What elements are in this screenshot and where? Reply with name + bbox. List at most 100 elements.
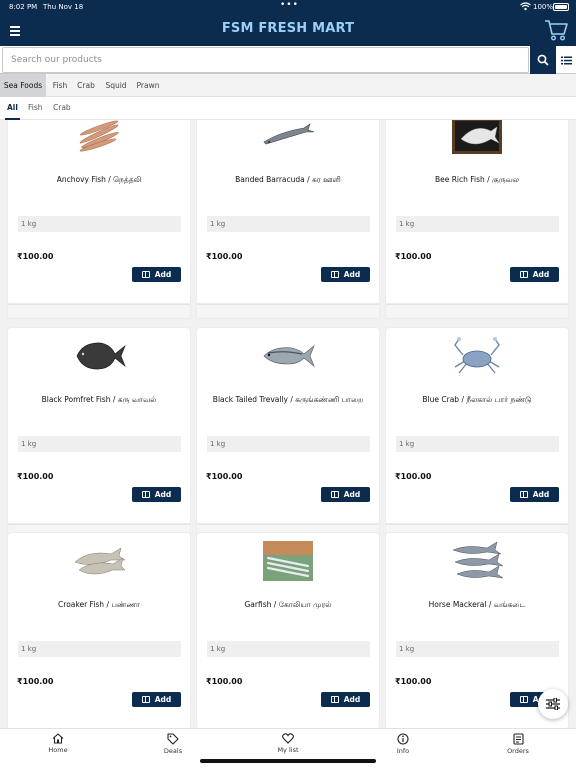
product-price: ₹100.00	[17, 252, 54, 261]
product-card[interactable]: Black Pomfret Fish / கரு வாவல் 1 kg ₹100…	[8, 328, 190, 538]
add-to-cart-button[interactable]: Add	[321, 487, 370, 502]
weight-select[interactable]: 1 kg	[18, 641, 181, 657]
product-price: ₹100.00	[395, 252, 432, 261]
nav-info[interactable]: Info	[373, 733, 433, 755]
product-name: Banded Barracuda / கர ஊளி	[235, 175, 341, 184]
nav-orders[interactable]: Orders	[488, 733, 548, 755]
card-footer	[386, 304, 568, 318]
cart-icon[interactable]	[544, 19, 568, 41]
status-date: Thu Nov 18	[43, 3, 84, 11]
product-card[interactable]: Croaker Fish / பண்ணா 1 kg ₹100.00 Add	[8, 533, 190, 728]
product-card[interactable]: Garfish / கோலியா முரல் 1 kg ₹100.00 Add	[197, 533, 379, 728]
sliders-icon	[546, 698, 560, 710]
weight-select[interactable]: 1 kg	[18, 436, 181, 452]
bag-icon	[141, 491, 150, 498]
subtab-fish[interactable]: Fish	[28, 97, 43, 120]
product-card[interactable]: Anchovy Fish / நெத்தலி 1 kg ₹100.00 Add	[8, 120, 190, 318]
search-bar	[0, 46, 576, 74]
tab-prawn[interactable]: Prawn	[134, 74, 162, 97]
orders-icon	[512, 733, 524, 745]
croaker-fish-image	[71, 541, 127, 581]
product-price: ₹100.00	[206, 252, 243, 261]
app-header: 8:02 PM Thu Nov 18 ••• 100% FSM FRESH MA…	[0, 0, 576, 46]
product-name: Black Tailed Trevally / கருங்கண்ணி பாறை	[212, 395, 364, 404]
subcategory-tabs: All Fish Crab	[0, 97, 576, 120]
product-card[interactable]: Black Tailed Trevally / கருங்கண்ணி பாறை …	[197, 328, 379, 538]
bag-icon	[141, 271, 150, 278]
search-icon	[537, 54, 549, 66]
product-card[interactable]: Blue Crab / நீலகால் பார் நண்டு 1 kg ₹100…	[386, 328, 568, 538]
home-indicator[interactable]	[200, 759, 376, 763]
bag-icon	[330, 696, 339, 703]
product-card[interactable]: Banded Barracuda / கர ஊளி 1 kg ₹100.00 A…	[197, 120, 379, 318]
product-card[interactable]: Bee Rich Fish / குருவல 1 kg ₹100.00 Add	[386, 120, 568, 318]
tab-fish[interactable]: Fish	[48, 74, 72, 97]
trevally-fish-image	[260, 336, 316, 376]
info-icon	[397, 733, 409, 745]
product-name: Blue Crab / நீலகால் பார் நண்டு	[422, 395, 532, 404]
add-to-cart-button[interactable]: Add	[321, 692, 370, 707]
product-name: Anchovy Fish / நெத்தலி	[56, 175, 142, 184]
weight-select[interactable]: 1 kg	[396, 436, 559, 452]
weight-select[interactable]: 1 kg	[18, 216, 181, 232]
weight-select[interactable]: 1 kg	[207, 436, 370, 452]
tag-icon	[167, 733, 179, 745]
add-to-cart-button[interactable]: Add	[510, 267, 559, 282]
product-name: Horse Mackeral / வங்கடை	[428, 600, 526, 609]
bee-rich-fish-image	[449, 120, 505, 156]
bag-icon	[519, 271, 528, 278]
list-view-button[interactable]	[557, 46, 576, 74]
add-to-cart-button[interactable]: Add	[132, 267, 181, 282]
filter-button[interactable]	[538, 689, 568, 719]
product-name: Croaker Fish / பண்ணா	[58, 600, 140, 609]
nav-home[interactable]: Home	[28, 733, 88, 754]
search-input[interactable]	[2, 47, 529, 73]
home-icon	[52, 733, 64, 744]
product-name: Bee Rich Fish / குருவல	[434, 175, 520, 184]
product-price: ₹100.00	[395, 677, 432, 686]
tab-crab[interactable]: Crab	[74, 74, 98, 97]
tab-squid[interactable]: Squid	[102, 74, 130, 97]
tab-sea-foods[interactable]: Sea Foods	[0, 74, 46, 97]
product-price: ₹100.00	[17, 472, 54, 481]
bag-icon	[141, 696, 150, 703]
weight-select[interactable]: 1 kg	[207, 216, 370, 232]
subtab-crab[interactable]: Crab	[53, 97, 71, 120]
product-price: ₹100.00	[395, 472, 432, 481]
add-to-cart-button[interactable]: Add	[321, 267, 370, 282]
add-to-cart-button[interactable]: Add	[132, 692, 181, 707]
bag-icon	[330, 491, 339, 498]
add-to-cart-button[interactable]: Add	[132, 487, 181, 502]
product-name: Garfish / கோலியா முரல்	[244, 600, 332, 609]
add-to-cart-button[interactable]: Add	[510, 487, 559, 502]
battery-percent: 100%	[533, 3, 554, 11]
garfish-image	[260, 541, 316, 581]
product-price: ₹100.00	[206, 677, 243, 686]
blue-crab-image	[449, 336, 505, 376]
heart-icon	[282, 733, 294, 744]
status-time: 8:02 PM	[9, 3, 38, 11]
bag-icon	[519, 696, 528, 703]
brand-title: FSM FRESH MART	[221, 21, 355, 36]
product-grid: Anchovy Fish / நெத்தலி 1 kg ₹100.00 Add …	[0, 120, 576, 728]
category-tabs: Sea Foods Fish Crab Squid Prawn	[0, 74, 576, 97]
subtab-all[interactable]: All	[5, 97, 20, 120]
list-icon	[561, 56, 572, 64]
anchovy-fish-image	[71, 120, 127, 156]
product-price: ₹100.00	[17, 677, 54, 686]
weight-select[interactable]: 1 kg	[396, 641, 559, 657]
bag-icon	[330, 271, 339, 278]
barracuda-fish-image	[260, 120, 316, 156]
black-pomfret-fish-image	[71, 336, 127, 376]
nav-my-list[interactable]: My list	[258, 733, 318, 754]
weight-select[interactable]: 1 kg	[207, 641, 370, 657]
weight-select[interactable]: 1 kg	[396, 216, 559, 232]
multitasking-dots-icon[interactable]: •••	[280, 0, 299, 10]
search-button[interactable]	[530, 46, 556, 74]
card-footer	[197, 304, 379, 318]
product-price: ₹100.00	[206, 472, 243, 481]
product-name: Black Pomfret Fish / கரு வாவல்	[41, 395, 157, 404]
nav-deals[interactable]: Deals	[143, 733, 203, 755]
battery-icon	[553, 3, 569, 11]
wifi-icon	[520, 2, 531, 11]
